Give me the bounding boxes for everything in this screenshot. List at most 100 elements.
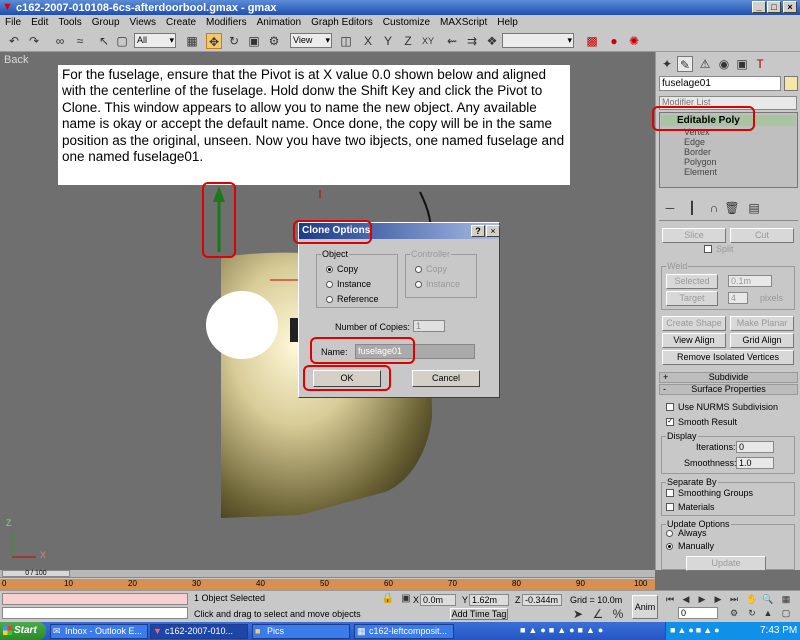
angle-snap-icon[interactable]: ∠ xyxy=(590,606,606,622)
weld-selected-button[interactable]: Selected xyxy=(666,274,718,289)
axis-xy-icon[interactable]: XY xyxy=(420,33,436,49)
controller-instance-radio[interactable] xyxy=(415,281,422,288)
subdivide-rollout[interactable]: + Subdivide xyxy=(659,372,798,383)
weld-target-button[interactable]: Target xyxy=(666,291,718,306)
region-select-icon[interactable]: ▢ xyxy=(114,33,130,49)
menu-views[interactable]: Views xyxy=(125,17,162,28)
y-coordinate-field[interactable]: 1.62m xyxy=(469,594,509,606)
quicklaunch-icons[interactable]: ■▲●■▲●■▲● xyxy=(520,625,665,637)
z-coordinate-field[interactable]: -0.344m xyxy=(522,594,562,606)
menu-graph-editors[interactable]: Graph Editors xyxy=(306,17,378,28)
remove-isolated-vertices-button[interactable]: Remove Isolated Vertices xyxy=(662,350,794,365)
rotate-icon[interactable]: ↻ xyxy=(226,33,242,49)
start-button[interactable]: Start xyxy=(0,622,46,640)
menu-tools[interactable]: Tools xyxy=(53,17,86,28)
mirror-icon[interactable]: ⇜ xyxy=(444,33,460,49)
menu-create[interactable]: Create xyxy=(161,17,201,28)
render-icon[interactable]: ● xyxy=(606,33,622,49)
dialog-help-button[interactable]: ? xyxy=(471,225,485,237)
cancel-button[interactable]: Cancel xyxy=(412,370,480,387)
reference-radio[interactable] xyxy=(326,296,333,303)
pin-stack-icon[interactable]: ─ xyxy=(662,200,678,216)
use-nurms-checkbox[interactable] xyxy=(666,403,674,411)
show-end-result-icon[interactable]: ┃ xyxy=(684,200,700,216)
named-selection-select[interactable] xyxy=(502,33,574,48)
hierarchy-tab-icon[interactable]: ⚠ xyxy=(697,56,713,72)
task-gmax[interactable]: ▼ c162-2007-010... xyxy=(150,624,248,639)
controller-copy-radio[interactable] xyxy=(415,266,422,273)
maximize-viewport-icon[interactable]: ▢ xyxy=(778,605,794,621)
stack-element[interactable]: Element xyxy=(684,167,717,177)
undo-icon[interactable]: ↶ xyxy=(6,33,22,49)
remove-modifier-icon[interactable]: 🗑 xyxy=(724,200,740,216)
object-name-field[interactable]: fuselage01 xyxy=(659,76,781,91)
close-button[interactable]: × xyxy=(783,1,797,13)
task-pics[interactable]: ■ Pics xyxy=(252,624,350,639)
weld-target-field[interactable]: 4 xyxy=(728,292,748,304)
dialog-close-button[interactable]: × xyxy=(486,225,500,237)
material-editor-icon[interactable]: ▩ xyxy=(584,33,600,49)
instance-radio[interactable] xyxy=(326,281,333,288)
axis-x-icon[interactable]: X xyxy=(360,33,376,49)
field-of-view-icon[interactable]: ▲ xyxy=(760,605,776,621)
select-by-name-icon[interactable]: ▦ xyxy=(184,33,200,49)
lock-selection-icon[interactable]: 🔒 xyxy=(380,591,396,607)
align-icon[interactable]: ⇉ xyxy=(464,33,480,49)
iterations-field[interactable]: 0 xyxy=(736,441,774,453)
task-paint[interactable]: ▦ c162-leftcomposit... xyxy=(354,624,454,639)
prev-frame-icon[interactable]: ◀ xyxy=(678,591,694,607)
menu-maxscript[interactable]: MAXScript xyxy=(435,17,492,28)
surface-properties-rollout[interactable]: - Surface Properties xyxy=(659,384,798,395)
manually-radio[interactable] xyxy=(666,543,673,550)
cut-button[interactable]: Cut xyxy=(730,228,794,243)
select-arrow-icon[interactable]: ↖ xyxy=(96,33,112,49)
display-tab-icon[interactable]: ▣ xyxy=(734,56,750,72)
goto-start-icon[interactable]: ⏮ xyxy=(662,591,678,607)
split-checkbox[interactable] xyxy=(704,245,712,253)
play-icon[interactable]: ▶ xyxy=(694,591,710,607)
grid-align-button[interactable]: Grid Align xyxy=(730,333,794,348)
menu-edit[interactable]: Edit xyxy=(26,17,53,28)
task-outlook[interactable]: ✉ Inbox - Outlook E... xyxy=(50,624,148,639)
object-color-swatch[interactable] xyxy=(784,76,798,91)
reference-coord-select[interactable]: View xyxy=(290,33,332,48)
tray-icons[interactable]: ■▲●■▲● xyxy=(670,625,722,635)
make-planar-button[interactable]: Make Planar xyxy=(730,316,794,331)
motion-tab-icon[interactable]: ◉ xyxy=(716,56,732,72)
update-button[interactable]: Update xyxy=(686,556,766,571)
orbit-icon[interactable]: ↻ xyxy=(744,605,760,621)
menu-help[interactable]: Help xyxy=(492,17,523,28)
modify-tab-icon[interactable]: ✎ xyxy=(677,56,693,72)
menu-modifiers[interactable]: Modifiers xyxy=(201,17,252,28)
weld-threshold-field[interactable]: 0.1m xyxy=(728,275,772,287)
quick-render-icon[interactable]: ✺ xyxy=(626,33,642,49)
pivot-center-icon[interactable]: ◫ xyxy=(338,33,354,49)
menu-customize[interactable]: Customize xyxy=(378,17,435,28)
animate-button[interactable]: Anim xyxy=(632,595,658,619)
copy-radio[interactable] xyxy=(326,266,333,273)
time-config-icon[interactable]: ⚙ xyxy=(726,605,742,621)
track-bar[interactable]: 0 10 20 30 40 50 60 70 80 90 100 xyxy=(0,579,655,590)
configure-modifiers-icon[interactable]: ▤ xyxy=(746,200,762,216)
move-icon[interactable]: ✥ xyxy=(206,33,222,49)
minimize-button[interactable]: _ xyxy=(752,1,766,13)
menu-group[interactable]: Group xyxy=(87,17,125,28)
make-unique-icon[interactable]: ∩ xyxy=(706,200,722,216)
next-frame-icon[interactable]: ▶ xyxy=(710,591,726,607)
link-icon[interactable]: ∞ xyxy=(52,33,68,49)
axis-z-icon[interactable]: Z xyxy=(400,33,416,49)
maxscript-output-field[interactable] xyxy=(2,607,188,619)
copies-field[interactable]: 1 xyxy=(413,320,445,332)
smoothness-field[interactable]: 1.0 xyxy=(736,457,774,469)
axis-y-icon[interactable]: Y xyxy=(380,33,396,49)
create-tab-icon[interactable]: ✦ xyxy=(659,56,675,72)
selection-filter-select[interactable]: All xyxy=(134,33,176,48)
stack-border[interactable]: Border xyxy=(684,147,711,157)
menu-animation[interactable]: Animation xyxy=(252,17,306,28)
add-time-tag-button[interactable]: Add Time Tag xyxy=(450,608,508,620)
menu-file[interactable]: File xyxy=(0,17,26,28)
absolute-mode-icon[interactable]: ▣ xyxy=(398,591,414,607)
scale-icon[interactable]: ▣ xyxy=(246,33,262,49)
redo-icon[interactable]: ↷ xyxy=(26,33,42,49)
snap-toggle-icon[interactable]: ➤ xyxy=(570,606,586,622)
